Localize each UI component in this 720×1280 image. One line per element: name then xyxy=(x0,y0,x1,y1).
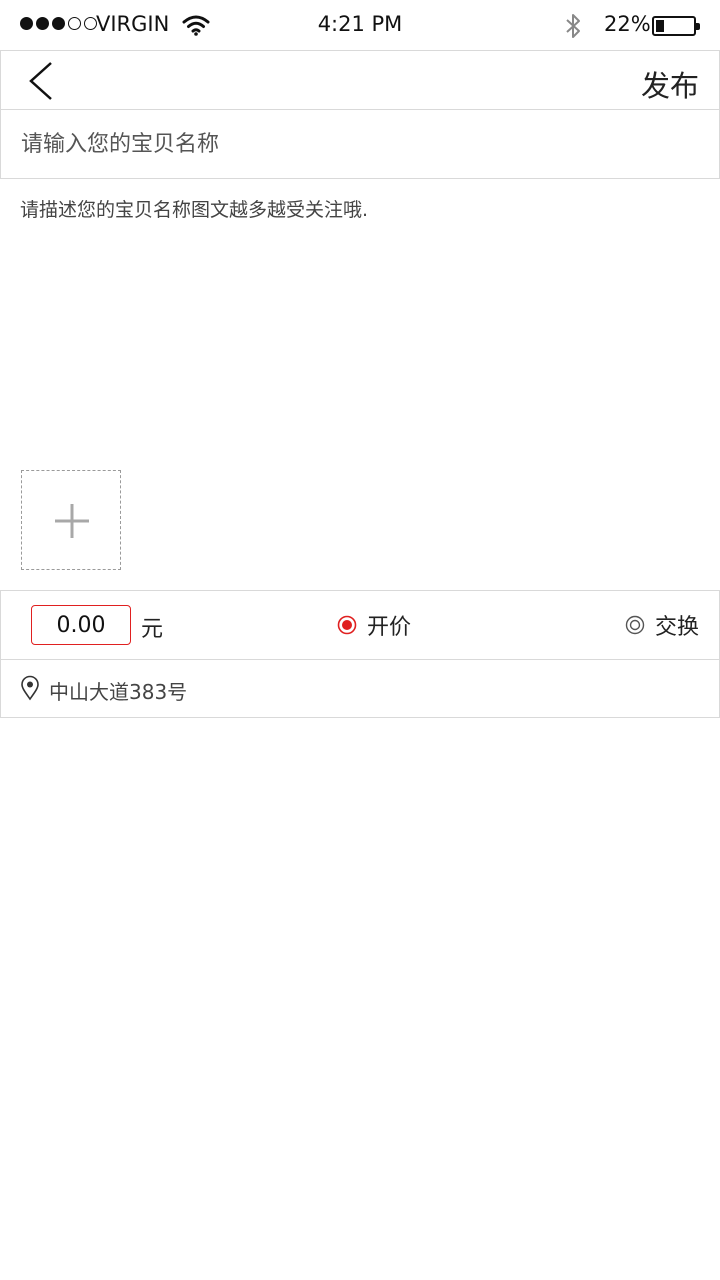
plus-icon xyxy=(55,504,89,538)
exchange-label: 交换 xyxy=(654,615,699,640)
bluetooth-icon xyxy=(566,14,580,38)
location-row[interactable]: 中山大道383号 xyxy=(0,659,720,718)
battery-fill xyxy=(656,20,664,32)
description-input[interactable] xyxy=(20,194,700,444)
status-bar: VIRGIN 4:21 PM 22% xyxy=(0,0,720,50)
clock: 4:21 PM xyxy=(317,12,403,36)
location-text: 中山大道383号 xyxy=(49,680,188,704)
currency-label: 元 xyxy=(141,617,164,642)
signal-dot xyxy=(36,17,49,30)
price-row: 元 开价 交换 xyxy=(0,590,720,660)
battery-icon xyxy=(652,16,700,36)
carrier-name: VIRGIN xyxy=(96,12,170,36)
publish-screen: VIRGIN 4:21 PM 22% 发布 请输入您的宝贝名称 请描述您的宝贝名… xyxy=(0,0,720,1280)
publish-button[interactable]: 发布 xyxy=(641,63,699,105)
signal-dot xyxy=(20,17,33,30)
battery-percent: 22% xyxy=(604,12,651,36)
radio-selected-icon xyxy=(337,615,357,635)
title-row xyxy=(0,110,720,179)
map-pin-icon xyxy=(21,675,39,701)
signal-strength-icon xyxy=(20,17,97,30)
wifi-icon xyxy=(182,15,210,36)
exchange-option[interactable]: 交换 xyxy=(625,609,699,641)
back-button[interactable] xyxy=(19,59,63,103)
negotiable-option[interactable]: 开价 xyxy=(337,609,411,641)
signal-dot xyxy=(52,17,65,30)
signal-dot xyxy=(68,17,81,30)
radio-unselected-icon xyxy=(625,615,645,635)
price-input[interactable] xyxy=(31,605,131,645)
nav-bar: 发布 xyxy=(0,50,720,110)
negotiable-label: 开价 xyxy=(367,615,412,640)
item-name-input[interactable] xyxy=(21,124,701,164)
add-photo-button[interactable] xyxy=(21,470,121,570)
chevron-left-icon xyxy=(29,62,52,100)
battery-nub xyxy=(696,23,700,30)
